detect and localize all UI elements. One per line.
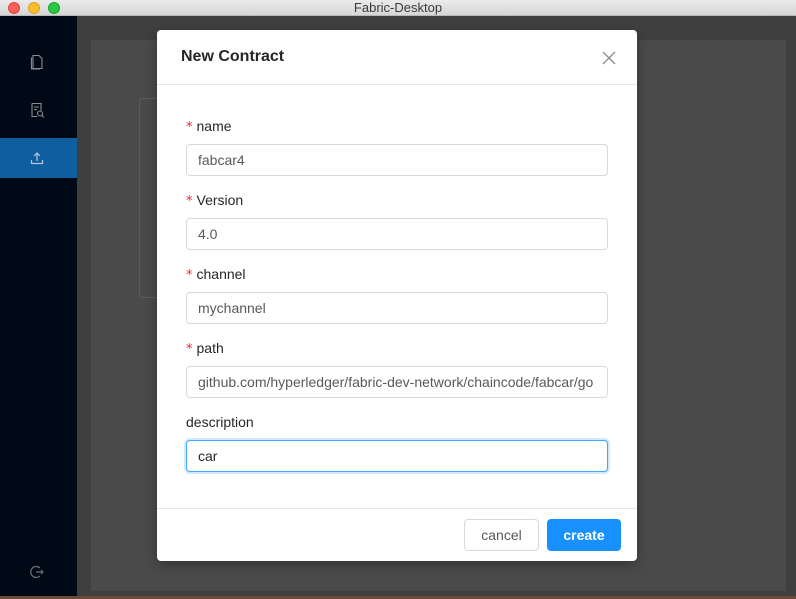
description-field-group: description: [186, 412, 608, 472]
description-input[interactable]: [186, 440, 608, 472]
description-label: description: [186, 414, 254, 430]
create-button[interactable]: create: [547, 519, 621, 551]
name-input[interactable]: [186, 144, 608, 176]
cancel-button[interactable]: cancel: [464, 519, 539, 551]
modal-footer: cancel create: [157, 508, 637, 561]
sidebar-item-contracts[interactable]: [0, 42, 77, 82]
channel-input[interactable]: [186, 292, 608, 324]
required-mark: *: [186, 342, 193, 357]
sidebar: [0, 16, 77, 599]
name-field-group: * name: [186, 116, 608, 176]
sidebar-item-query[interactable]: [0, 90, 77, 130]
path-input[interactable]: [186, 366, 608, 398]
modal-header: New Contract: [157, 30, 637, 85]
window-titlebar: Fabric-Desktop: [0, 0, 796, 16]
sidebar-logout[interactable]: [0, 552, 77, 592]
upload-icon: [30, 152, 44, 165]
search-document-icon: [31, 102, 45, 118]
required-mark: *: [186, 194, 193, 209]
path-field-group: * path: [186, 338, 608, 398]
sidebar-item-deploy[interactable]: [0, 138, 77, 178]
modal-title: New Contract: [181, 48, 285, 65]
logout-icon: [30, 565, 44, 579]
version-input[interactable]: [186, 218, 608, 250]
version-label: * Version: [186, 192, 244, 209]
close-icon[interactable]: [601, 50, 617, 66]
name-label: * name: [186, 118, 232, 135]
version-field-group: * Version: [186, 190, 608, 250]
channel-field-group: * channel: [186, 264, 608, 324]
path-label: * path: [186, 340, 224, 357]
new-contract-modal: New Contract *name *Version *channel *pa…: [157, 30, 637, 561]
document-icon: [30, 54, 43, 70]
required-mark: *: [186, 268, 193, 283]
channel-label: * channel: [186, 266, 246, 283]
required-mark: *: [186, 120, 193, 135]
window-title: Fabric-Desktop: [353, 0, 443, 15]
